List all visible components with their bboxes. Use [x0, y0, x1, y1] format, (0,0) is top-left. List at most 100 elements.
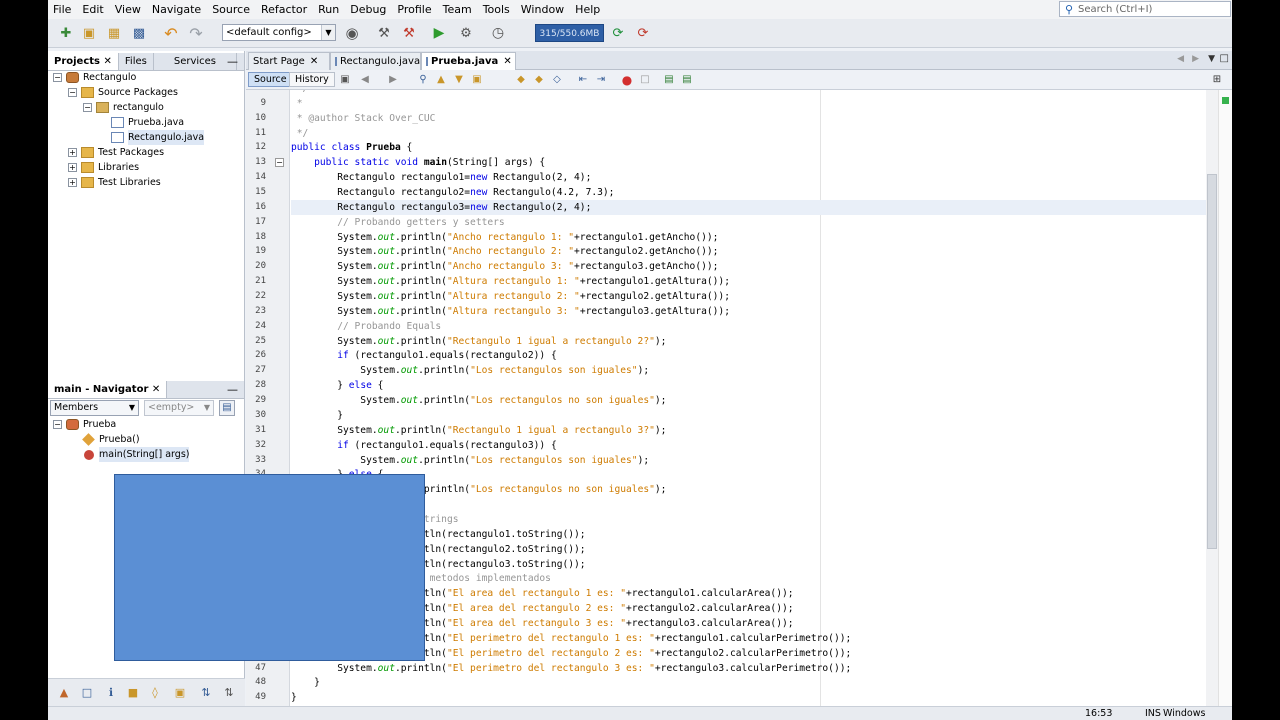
search-input[interactable]: ⚲ Search (Ctrl+I)	[1059, 1, 1231, 17]
field-icon[interactable]: □	[79, 685, 95, 701]
expand-icon[interactable]: +	[68, 178, 77, 187]
code-line[interactable]: System.out.println("El perimetro del rec…	[291, 646, 1206, 661]
menu-refactor[interactable]: Refactor	[256, 0, 313, 19]
gc-icon[interactable]: ⟳	[608, 23, 628, 43]
code-line[interactable]: System.out.println("Altura rectangulo 1:…	[291, 274, 1206, 289]
profiler-snapshot-icon[interactable]: ⟳	[633, 23, 653, 43]
inherit-icon[interactable]: ◊	[147, 685, 163, 701]
show-opened-documents-icon[interactable]: ▼	[1208, 54, 1215, 64]
clean-build-icon[interactable]: ⚒	[399, 23, 419, 43]
nav-method-main[interactable]: main(String[] args)	[84, 447, 190, 462]
find-icon[interactable]: ⚲	[416, 73, 430, 87]
close-icon[interactable]: ✕	[152, 384, 160, 395]
tree-file-prueba[interactable]: Prueba.java	[111, 115, 184, 130]
code-line[interactable]: if (rectangulo1.equals(rectangulo3)) {	[291, 438, 1206, 453]
collapse-icon[interactable]: −	[83, 103, 92, 112]
code-line[interactable]: // Probando getters y setters	[291, 215, 1206, 230]
expand-icon[interactable]: +	[68, 163, 77, 172]
code-line[interactable]: System.out.println("El perimetro del rec…	[291, 661, 1206, 676]
members-filter-select[interactable]: Members ▼	[50, 400, 139, 416]
open-project-icon[interactable]: ▦	[104, 23, 124, 43]
tab-navigator[interactable]: main - Navigator ✕	[48, 381, 168, 398]
code-line[interactable]: */	[291, 126, 1206, 141]
code-line[interactable]: }	[291, 408, 1206, 423]
maximize-icon[interactable]: □	[1220, 53, 1229, 64]
menu-run[interactable]: Run	[313, 0, 345, 19]
code-line[interactable]: System.out.println("Los rectangulos son …	[291, 453, 1206, 468]
forward-icon[interactable]: ▶	[386, 73, 400, 87]
comment-icon[interactable]: ▤	[662, 73, 676, 87]
close-icon[interactable]: ✕	[503, 53, 511, 70]
code-line[interactable]: System.out.println("Los rectangulos no s…	[291, 393, 1206, 408]
code-line[interactable]: System.out.println("Rectangulo 1 igual a…	[291, 334, 1206, 349]
stop-macro-icon[interactable]: □	[638, 73, 652, 87]
code-line[interactable]: System.out.println(rectangulo3.toString(…	[291, 557, 1206, 572]
code-line[interactable]: System.out.println("El area del rectangu…	[291, 586, 1206, 601]
code-line[interactable]: Rectangulo rectangulo1=new Rectangulo(2,…	[291, 170, 1206, 185]
code-line[interactable]: *	[291, 96, 1206, 111]
code-line[interactable]: }	[291, 497, 1206, 512]
menu-team[interactable]: Team	[438, 0, 478, 19]
code-area[interactable]: */ * * @author Stack Over_CUC */public c…	[291, 90, 1206, 706]
prev-bookmark-icon[interactable]: ◆	[514, 73, 528, 87]
lock-icon[interactable]: ■	[125, 685, 141, 701]
menu-help[interactable]: Help	[570, 0, 606, 19]
tab-projects[interactable]: Projects ✕	[48, 53, 119, 70]
hierarchy-icon[interactable]: ▲	[56, 685, 72, 701]
new-file-icon[interactable]: ✚	[56, 23, 76, 43]
code-line[interactable]: System.out.println("Altura rectangulo 3:…	[291, 304, 1206, 319]
toggle-bookmark-icon[interactable]: ◇	[550, 73, 564, 87]
find-previous-icon[interactable]: ▲	[434, 73, 448, 87]
minimize-icon[interactable]: —	[227, 53, 238, 70]
code-line[interactable]: }	[291, 675, 1206, 690]
tree-libraries[interactable]: + Libraries	[68, 160, 139, 175]
tree-package[interactable]: − rectangulo	[83, 100, 164, 115]
collapse-icon[interactable]: −	[68, 88, 77, 97]
config-select[interactable]: <default config> ▼	[222, 24, 336, 41]
menu-window[interactable]: Window	[516, 0, 570, 19]
nav-constructor[interactable]: Prueba()	[82, 432, 140, 447]
vertical-scrollbar[interactable]	[1206, 90, 1218, 706]
profile-icon[interactable]: ◷	[488, 23, 508, 43]
code-line[interactable]: // Probando toStrings	[291, 512, 1206, 527]
tree-source-packages[interactable]: − Source Packages	[68, 85, 178, 100]
code-line[interactable]: System.out.println("Ancho rectangulo 1: …	[291, 230, 1206, 245]
tree-project[interactable]: − Rectangulo	[53, 70, 136, 85]
close-icon[interactable]: ✕	[104, 56, 112, 67]
undo-icon[interactable]: ↶	[161, 23, 181, 43]
info-icon[interactable]: ℹ	[103, 685, 119, 701]
code-line[interactable]: System.out.println("El perimetro del rec…	[291, 631, 1206, 646]
static-icon[interactable]: ▣	[172, 685, 188, 701]
tab-start-page[interactable]: Start Page ✕	[248, 52, 330, 70]
code-line[interactable]: public class Prueba {	[291, 140, 1206, 155]
scroll-left-icon[interactable]: ◀	[1177, 54, 1184, 64]
tab-rectangulo-java[interactable]: Rectangulo.java ✕	[330, 52, 433, 70]
menu-edit[interactable]: Edit	[77, 0, 109, 19]
uncomment-icon[interactable]: ▤	[680, 73, 694, 87]
tree-file-rectangulo[interactable]: Rectangulo.java	[111, 130, 205, 145]
code-line[interactable]: public static void main(String[] args) {	[291, 155, 1206, 170]
expand-icon[interactable]: +	[68, 148, 77, 157]
collapse-icon[interactable]: −	[53, 73, 62, 82]
menu-tools[interactable]: Tools	[478, 0, 516, 19]
menu-source[interactable]: Source	[207, 0, 256, 19]
shift-right-icon[interactable]: ⇥	[594, 73, 608, 87]
scrollbar-thumb[interactable]	[1207, 174, 1217, 549]
split-editor-icon[interactable]: ⊞	[1210, 73, 1224, 87]
save-all-icon[interactable]: ▩	[129, 23, 149, 43]
minimize-icon[interactable]: —	[227, 381, 238, 398]
collapse-icon[interactable]: −	[53, 420, 62, 429]
code-line[interactable]: System.out.println("Ancho rectangulo 3: …	[291, 259, 1206, 274]
redo-icon[interactable]: ↷	[186, 23, 206, 43]
memory-indicator[interactable]: 315/550.6MB	[535, 24, 604, 42]
code-line[interactable]: * @author Stack Over_CUC	[291, 111, 1206, 126]
shift-left-icon[interactable]: ⇤	[576, 73, 590, 87]
code-line[interactable]: System.out.println("Rectangulo 1 igual a…	[291, 423, 1206, 438]
code-line[interactable]: System.out.println("Ancho rectangulo 2: …	[291, 244, 1206, 259]
find-next-icon[interactable]: ▼	[452, 73, 466, 87]
code-line[interactable]: System.out.println("El area del rectangu…	[291, 616, 1206, 631]
navigator-empty-select[interactable]: <empty> ▼	[144, 400, 214, 416]
debug-icon[interactable]: ⚙	[456, 23, 476, 43]
menu-file[interactable]: File	[48, 0, 77, 19]
start-macro-icon[interactable]: ●	[620, 73, 634, 87]
